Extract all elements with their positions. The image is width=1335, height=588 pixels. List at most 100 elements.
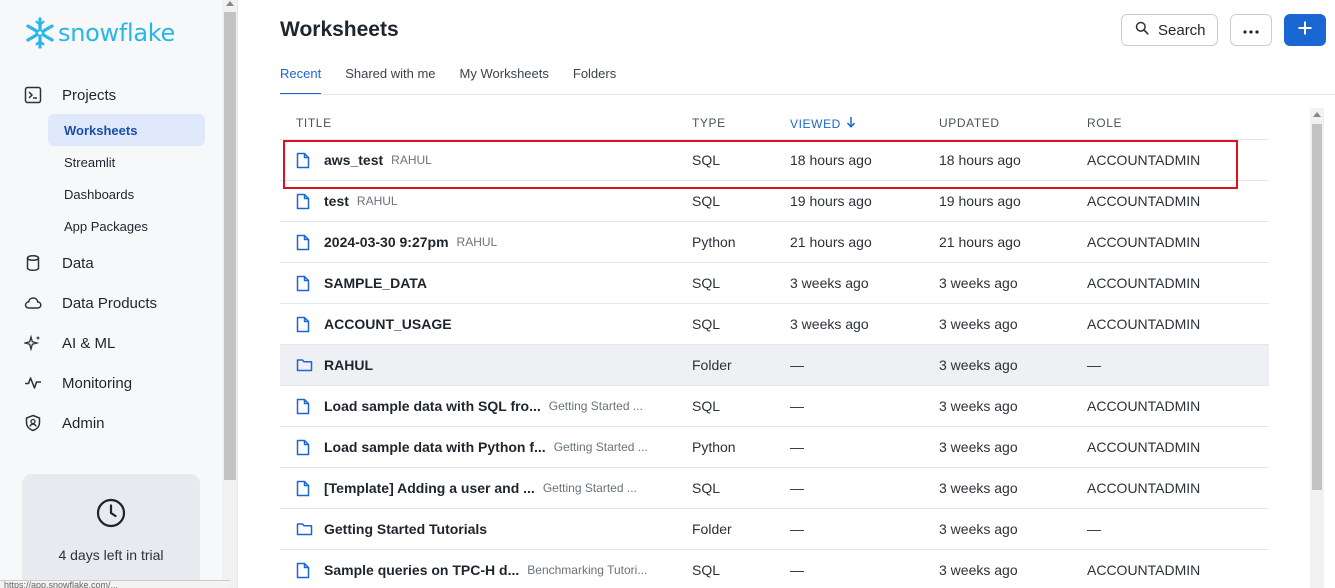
- sort-descending-icon: [846, 116, 856, 131]
- worksheet-role: ACCOUNTADMIN: [1087, 398, 1201, 414]
- worksheet-owner: Getting Started ...: [548, 399, 643, 413]
- column-header-role[interactable]: ROLE: [1087, 116, 1122, 130]
- ellipsis-icon: [1243, 21, 1259, 39]
- tab-recent[interactable]: Recent: [280, 66, 322, 95]
- main-scrollbar[interactable]: [1310, 108, 1324, 588]
- nav-label: Monitoring: [62, 374, 133, 392]
- sidebar-scrollbar[interactable]: [222, 0, 238, 588]
- nav-label: Projects: [62, 86, 117, 104]
- worksheet-title-cell[interactable]: 2024-03-30 9:27pm RAHUL: [324, 222, 497, 262]
- worksheet-updated: 3 weeks ago: [939, 398, 1018, 414]
- column-header-type[interactable]: TYPE: [692, 116, 726, 130]
- snowflake-logo-icon: [26, 17, 54, 49]
- worksheet-updated: 21 hours ago: [939, 234, 1021, 250]
- tab-my-worksheets[interactable]: My Worksheets: [460, 66, 549, 95]
- nav-ai-ml[interactable]: AI & ML: [24, 328, 115, 358]
- nav-data-products[interactable]: Data Products: [24, 288, 157, 318]
- scroll-up-arrow-icon[interactable]: [1313, 112, 1321, 117]
- table-row[interactable]: SAMPLE_DATA SQL 3 weeks ago 3 weeks ago ACCO…: [280, 263, 1269, 304]
- worksheet-owner: RAHUL: [356, 194, 398, 208]
- worksheet-title-cell[interactable]: [Template] Adding a user and ... Getting …: [324, 468, 637, 508]
- snowflake-logo[interactable]: snowflake: [24, 17, 175, 49]
- worksheet-viewed: —: [790, 521, 804, 537]
- file-icon: [296, 386, 314, 426]
- worksheet-viewed: —: [790, 398, 804, 414]
- worksheet-owner: RAHUL: [456, 235, 498, 249]
- table-row[interactable]: RAHUL Folder — 3 weeks ago —: [280, 345, 1269, 386]
- table-row[interactable]: Load sample data with SQL fro... Getting …: [280, 386, 1269, 427]
- search-label: Search: [1158, 21, 1206, 39]
- browser-status-bar: https://app.snowflake.com/...: [0, 580, 230, 588]
- file-icon: [296, 222, 314, 262]
- column-header-updated[interactable]: UPDATED: [939, 116, 1000, 130]
- table-row[interactable]: [Template] Adding a user and ... Getting …: [280, 468, 1269, 509]
- scroll-up-arrow-icon[interactable]: [226, 1, 234, 6]
- worksheet-title[interactable]: [Template] Adding a user and ...: [324, 480, 535, 496]
- logo-text: snowflake: [58, 19, 175, 47]
- worksheet-title-cell[interactable]: ACCOUNT_USAGE: [324, 304, 452, 344]
- worksheet-role: —: [1087, 521, 1101, 537]
- file-icon: [296, 263, 314, 303]
- nav-admin[interactable]: Admin: [24, 408, 105, 438]
- worksheet-role: ACCOUNTADMIN: [1087, 234, 1201, 250]
- worksheet-title-cell[interactable]: RAHUL: [324, 345, 373, 385]
- tabs: Recent Shared with me My Worksheets Fold…: [280, 66, 616, 95]
- file-icon: [296, 468, 314, 508]
- worksheet-title-cell[interactable]: Load sample data with SQL fro... Getting …: [324, 386, 643, 426]
- tab-shared-with-me[interactable]: Shared with me: [345, 66, 435, 95]
- tab-folders[interactable]: Folders: [573, 66, 616, 95]
- worksheet-title[interactable]: Load sample data with Python f...: [324, 439, 546, 455]
- column-header-title[interactable]: TITLE: [296, 116, 332, 130]
- tabs-divider: [280, 94, 1335, 95]
- worksheet-title[interactable]: 2024-03-30 9:27pm: [324, 234, 449, 250]
- table-row[interactable]: ACCOUNT_USAGE SQL 3 weeks ago 3 weeks ago AC…: [280, 304, 1269, 345]
- worksheet-type: Python: [692, 234, 736, 250]
- table-row[interactable]: Getting Started Tutorials Folder — 3 weeks …: [280, 509, 1269, 550]
- worksheet-type: Python: [692, 439, 736, 455]
- highlight-annotation: [283, 140, 1238, 189]
- add-worksheet-button[interactable]: [1284, 14, 1326, 46]
- worksheet-role: ACCOUNTADMIN: [1087, 439, 1201, 455]
- table-row[interactable]: Sample queries on TPC-H d... Benchmarking…: [280, 550, 1269, 588]
- worksheet-title[interactable]: test: [324, 193, 349, 209]
- worksheet-title-cell[interactable]: SAMPLE_DATA: [324, 263, 427, 303]
- clock-icon: [96, 498, 126, 533]
- scrollbar-thumb[interactable]: [1312, 124, 1322, 490]
- file-icon: [296, 304, 314, 344]
- worksheet-viewed: —: [790, 480, 804, 496]
- scrollbar-thumb[interactable]: [224, 12, 236, 480]
- sidebar-item-worksheets[interactable]: Worksheets: [48, 114, 205, 146]
- worksheet-type: Folder: [692, 357, 732, 373]
- worksheet-title[interactable]: ACCOUNT_USAGE: [324, 316, 452, 332]
- column-header-viewed[interactable]: VIEWED: [790, 116, 856, 131]
- worksheet-updated: 3 weeks ago: [939, 316, 1018, 332]
- more-options-button[interactable]: [1230, 14, 1272, 46]
- file-icon: [296, 427, 314, 467]
- search-button[interactable]: Search: [1121, 14, 1218, 46]
- worksheet-viewed: 3 weeks ago: [790, 275, 869, 291]
- worksheet-type: SQL: [692, 480, 721, 496]
- worksheet-title-cell[interactable]: Sample queries on TPC-H d... Benchmarking…: [324, 550, 647, 588]
- worksheet-title[interactable]: SAMPLE_DATA: [324, 275, 427, 291]
- nav-data[interactable]: Data: [24, 248, 94, 278]
- worksheet-title[interactable]: Sample queries on TPC-H d...: [324, 562, 519, 578]
- worksheet-title-cell[interactable]: Load sample data with Python f... Getting…: [324, 427, 648, 467]
- trial-card[interactable]: 4 days left in trial: [22, 474, 200, 588]
- worksheet-title[interactable]: Getting Started Tutorials: [324, 521, 487, 537]
- worksheet-updated: 3 weeks ago: [939, 275, 1018, 291]
- worksheet-title[interactable]: Load sample data with SQL fro...: [324, 398, 541, 414]
- worksheet-type: SQL: [692, 316, 721, 332]
- sidebar-item-app-packages[interactable]: App Packages: [48, 210, 205, 242]
- sidebar-item-dashboards[interactable]: Dashboards: [48, 178, 205, 210]
- worksheet-title[interactable]: RAHUL: [324, 357, 373, 373]
- worksheet-role: ACCOUNTADMIN: [1087, 480, 1201, 496]
- nav-label: Data: [62, 254, 94, 272]
- worksheet-title-cell[interactable]: Getting Started Tutorials: [324, 509, 487, 549]
- nav-label: AI & ML: [62, 334, 116, 352]
- nav-monitoring[interactable]: Monitoring: [24, 368, 132, 398]
- sidebar-item-streamlit[interactable]: Streamlit: [48, 146, 205, 178]
- table-row[interactable]: 2024-03-30 9:27pm RAHUL Python 21 hours ago…: [280, 222, 1269, 263]
- sidebar: snowflake Projects Worksheets Streamlit …: [0, 0, 222, 588]
- table-row[interactable]: Load sample data with Python f... Getting…: [280, 427, 1269, 468]
- nav-projects[interactable]: Projects: [24, 80, 116, 110]
